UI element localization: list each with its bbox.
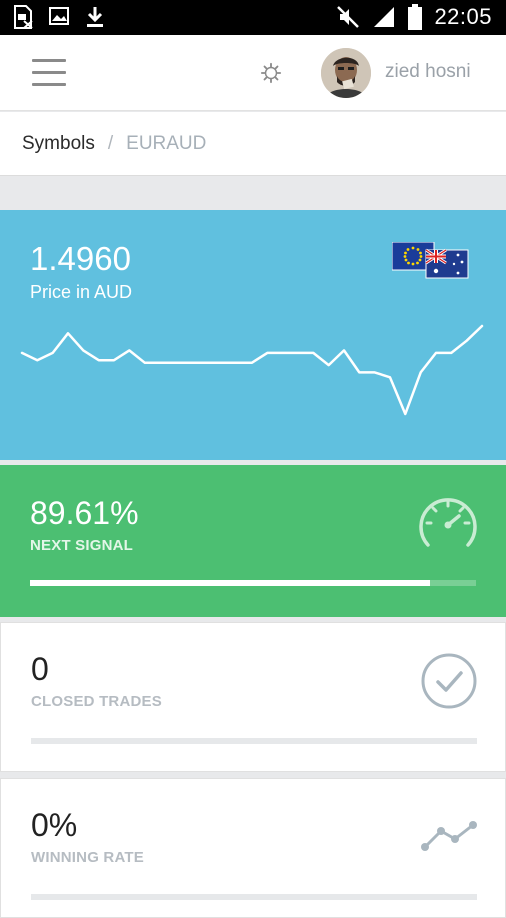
username[interactable]: zied hosni [385, 61, 471, 83]
app-header: zied hosni [0, 35, 506, 111]
price-label: Price in AUD [30, 282, 133, 302]
currency-flags [392, 242, 469, 279]
closed-trades-value: 0 [31, 651, 49, 687]
winning-rate-card: 0% WINNING RATE [0, 778, 506, 918]
price-sparkline [20, 324, 484, 416]
signal-progress-fill [30, 580, 430, 586]
hamburger-menu-icon[interactable] [32, 59, 66, 87]
notification-icons [12, 5, 106, 29]
breadcrumb-symbols-link[interactable]: Symbols [22, 133, 95, 155]
gear-icon[interactable] [260, 62, 282, 84]
avatar[interactable] [321, 48, 371, 98]
price-value: 1.4960 [30, 240, 131, 277]
breadcrumb-current: EURAUD [126, 132, 207, 154]
price-line [20, 324, 484, 416]
signal-icon [374, 7, 395, 27]
winning-rate-value: 0% [31, 807, 78, 843]
status-bar: 22:05 [0, 0, 506, 35]
trend-line-icon [421, 821, 477, 851]
next-signal-card: 89.61% NEXT SIGNAL [0, 465, 506, 617]
winning-rate-label: WINNING RATE [31, 849, 144, 866]
closed-trades-card: 0 CLOSED TRADES [0, 622, 506, 772]
sim-card-icon [14, 5, 33, 29]
speedometer-icon [419, 498, 477, 547]
system-icons: 22:05 [336, 4, 492, 30]
signal-progress-bar [30, 580, 476, 586]
breadcrumb-separator: / [107, 132, 114, 154]
battery-icon [408, 4, 423, 30]
closed-trades-label: CLOSED TRADES [31, 693, 162, 710]
mute-icon [337, 6, 360, 28]
clock: 22:05 [434, 4, 492, 29]
image-icon [49, 7, 69, 25]
check-circle-icon [421, 653, 477, 709]
download-icon [87, 7, 103, 27]
price-card: 1.4960 Price in AUD [0, 210, 506, 460]
closed-trades-progress-bar [31, 738, 477, 744]
signal-value: 89.61% [30, 495, 139, 531]
signal-label: NEXT SIGNAL [30, 537, 134, 554]
winning-rate-progress-bar [31, 894, 477, 900]
breadcrumb: Symbols / EURAUD [0, 112, 506, 176]
au-flag-icon [425, 248, 469, 279]
